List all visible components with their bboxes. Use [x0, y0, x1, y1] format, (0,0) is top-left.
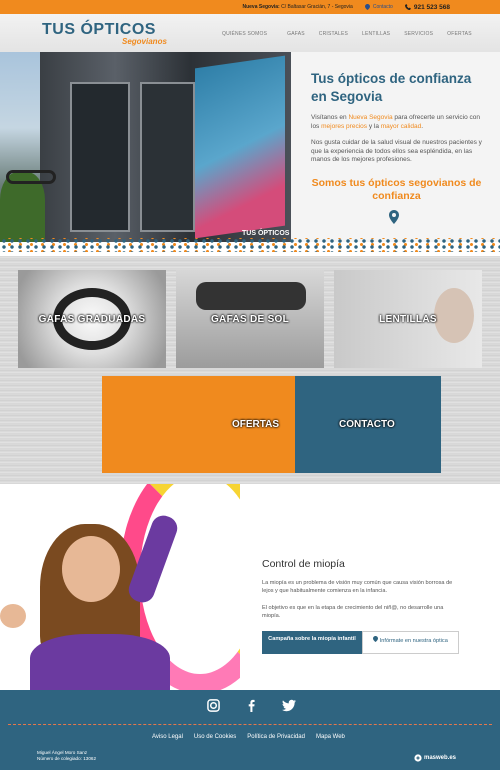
- nav-servicios[interactable]: SERVICIOS: [404, 31, 433, 37]
- hero-paragraph-1: Visítanos en Nueva Segovia para ofrecert…: [311, 114, 480, 130]
- decorative-dots: [0, 238, 500, 252]
- category-lentillas[interactable]: LENTILLAS: [334, 270, 482, 368]
- top-info-bar: Nueva Segovia: C/ Baltasar Gracián, 7 - …: [0, 0, 500, 14]
- link-mapa-web[interactable]: Mapa Web: [316, 734, 345, 740]
- myopia-buttons: Campaña sobre la miopía infantil Infórma…: [262, 631, 459, 654]
- info-button[interactable]: Infórmate en nuestra óptica: [362, 631, 459, 654]
- link-cookies[interactable]: Uso de Cookies: [194, 734, 236, 740]
- hero-paragraph-2: Nos gusta cuidar de la salud visual de n…: [311, 139, 482, 163]
- credit-label: masweb.es: [424, 755, 457, 761]
- girl-illustration: [0, 484, 240, 690]
- campaign-button[interactable]: Campaña sobre la miopía infantil: [262, 631, 362, 654]
- glasses-sign-icon: [6, 170, 56, 184]
- tile-label: CONTACTO: [339, 419, 395, 430]
- hero-image: [0, 52, 291, 242]
- instagram-icon[interactable]: [206, 698, 220, 712]
- facebook-icon[interactable]: [244, 698, 258, 712]
- myopia-title: Control de miopía: [262, 558, 345, 570]
- masweb-logo-icon: [414, 754, 422, 762]
- nav-gafas[interactable]: GAFAS: [287, 31, 305, 37]
- contact-label[interactable]: Contacto: [373, 4, 393, 10]
- myopia-section: Control de miopía La miopía es un proble…: [0, 484, 500, 690]
- tile-label: OFERTAS: [231, 419, 279, 430]
- phone-icon: [404, 4, 411, 10]
- logo[interactable]: TUS ÓPTICOS Segovianos: [42, 21, 172, 47]
- nav-ofertas[interactable]: OFERTAS: [447, 31, 472, 37]
- phone[interactable]: 921 523 568: [404, 3, 450, 11]
- owner-info: Miguel Ángel Moro Sanz Número de colegia…: [37, 750, 96, 762]
- nav-lentillas[interactable]: LENTILLAS: [362, 31, 390, 37]
- footer: Aviso Legal Uso de Cookies Política de P…: [0, 690, 500, 770]
- tile-contacto[interactable]: CONTACTO: [295, 376, 441, 473]
- nav-quienes-somos[interactable]: QUIÉNES SOMOS: [222, 31, 273, 37]
- social-links: [206, 698, 296, 712]
- tile-ofertas[interactable]: OFERTAS: [102, 376, 295, 473]
- category-label: LENTILLAS: [379, 313, 437, 325]
- hero-subtitle: Somos tus ópticos segovianos de confianz…: [311, 176, 482, 202]
- hero-caption: TUS ÓPTICOS: [242, 230, 290, 237]
- hero-title: Tus ópticos de confianza en Segovia: [311, 71, 472, 104]
- location-pin-icon: [389, 210, 399, 224]
- myopia-paragraph-1: La miopía es un problema de visión muy c…: [262, 580, 453, 594]
- logo-line2: Segovianos: [122, 37, 167, 46]
- info-button-label: Infórmate en nuestra óptica: [379, 638, 448, 644]
- footer-divider: [8, 724, 492, 725]
- main-nav: QUIÉNES SOMOS GAFAS CRISTALES LENTILLAS …: [222, 31, 472, 37]
- category-label: GAFAS GRADUADAS: [38, 313, 146, 325]
- owner-id: Número de colegiado: 13062: [37, 756, 96, 761]
- nav-cristales[interactable]: CRISTALES: [319, 31, 348, 37]
- location-pin-icon: [373, 636, 379, 642]
- category-label: GAFAS DE SOL: [210, 313, 290, 325]
- myopia-paragraph-2: El objetivo es que en la etapa de crecim…: [262, 605, 444, 619]
- twitter-icon[interactable]: [282, 698, 296, 712]
- footer-links: Aviso Legal Uso de Cookies Política de P…: [152, 734, 345, 740]
- header: TUS ÓPTICOS Segovianos QUIÉNES SOMOS GAF…: [0, 14, 500, 52]
- location-pin-icon: [364, 4, 370, 10]
- category-gafas-de-sol[interactable]: GAFAS DE SOL: [176, 270, 324, 368]
- phone-number: 921 523 568: [413, 3, 450, 11]
- category-gafas-graduadas[interactable]: GAFAS GRADUADAS: [18, 270, 166, 368]
- myopia-content: Control de miopía La miopía es un proble…: [262, 558, 462, 654]
- sunglasses-icon: [196, 282, 306, 310]
- link-aviso-legal[interactable]: Aviso Legal: [152, 734, 183, 740]
- credit-link[interactable]: masweb.es: [414, 754, 456, 762]
- link-privacidad[interactable]: Política de Privacidad: [247, 734, 305, 740]
- face-image: [434, 288, 474, 343]
- hero-text-panel: Tus ópticos de confianza en Segovia Visí…: [291, 52, 500, 242]
- contact-link[interactable]: Contacto: [364, 4, 393, 10]
- address: Nueva Segovia: C/ Baltasar Gracián, 7 - …: [242, 4, 353, 10]
- hero: TUS ÓPTICOS Tus ópticos de confianza en …: [0, 52, 500, 252]
